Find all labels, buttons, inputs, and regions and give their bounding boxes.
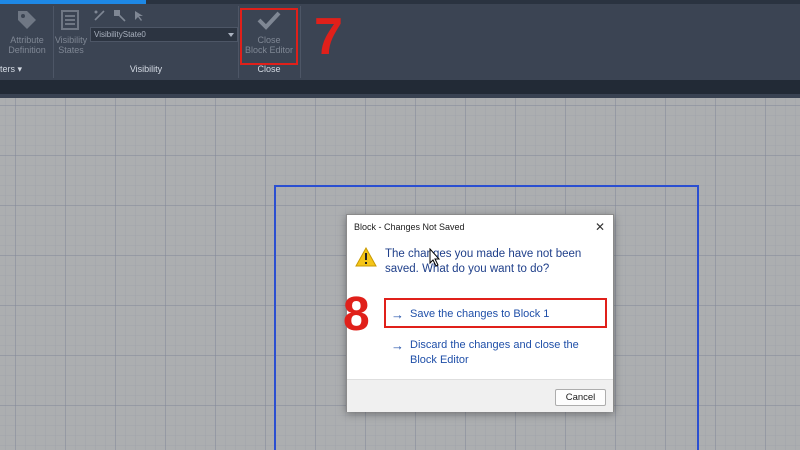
dialog-footer: Cancel (347, 379, 613, 412)
ribbon: Attribute Definition Visibility States V… (0, 0, 800, 80)
attribute-tag-icon (18, 11, 36, 29)
chevron-down-icon (228, 33, 234, 37)
make-invisible-icon[interactable] (113, 9, 126, 22)
visibility-state-value: VisibilityState0 (94, 30, 146, 39)
arrow-right-icon: → (391, 338, 404, 353)
dialog-message: The changes you made have not been saved… (385, 248, 582, 275)
make-visible-icon[interactable] (93, 9, 106, 22)
parameters-panel-label[interactable]: ters ▾ (0, 64, 30, 78)
ribbon-divider (238, 6, 239, 78)
visibility-mode-icon[interactable] (133, 9, 146, 22)
active-tab-indicator (0, 0, 146, 4)
visibility-states-icon (61, 10, 79, 30)
annotation-step-8: 8 (343, 288, 370, 341)
warning-icon (355, 247, 377, 267)
ribbon-divider (300, 6, 301, 78)
attribute-definition-button[interactable]: Attribute Definition (3, 8, 51, 60)
ribbon-bottom-bar (0, 80, 800, 98)
panel-expand-icon: ▾ (17, 64, 23, 74)
discard-changes-option[interactable]: → Discard the changes and close the Bloc… (391, 338, 601, 368)
visibility-panel-label: Visibility (129, 64, 163, 74)
discard-changes-label: Discard the changes and close the Block … (410, 339, 579, 366)
annotation-highlight-close (240, 8, 298, 65)
annotation-highlight-save (384, 298, 607, 328)
dialog-title: Block - Changes Not Saved (354, 222, 465, 232)
close-icon[interactable]: ✕ (593, 220, 607, 234)
visibility-states-label: Visibility States (54, 35, 88, 55)
visibility-states-button[interactable]: Visibility States (54, 8, 88, 60)
visibility-state-dropdown[interactable]: VisibilityState0 (90, 27, 238, 42)
mouse-cursor-icon (429, 248, 441, 267)
cancel-button[interactable]: Cancel (555, 389, 606, 406)
attribute-definition-label: Attribute Definition (8, 35, 46, 55)
close-panel-label: Close (257, 64, 281, 74)
annotation-step-7: 7 (314, 8, 343, 66)
ribbon-tab-strip (0, 0, 800, 4)
